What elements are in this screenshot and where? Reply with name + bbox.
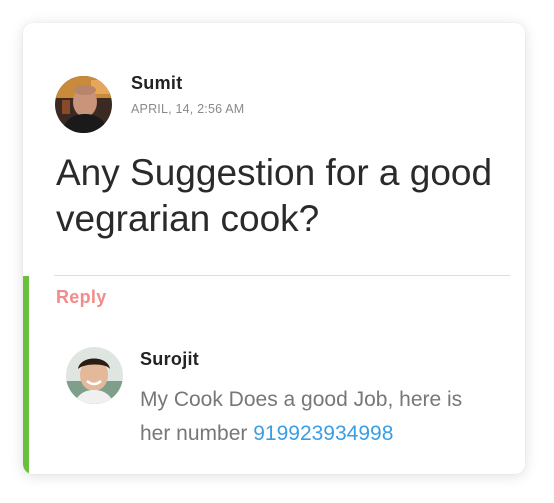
divider [54, 275, 510, 276]
post-timestamp: APRIL, 14, 2:56 AM [131, 102, 245, 116]
user-avatar-icon [66, 347, 123, 404]
phone-number-link[interactable]: 919923934998 [253, 422, 393, 445]
post-author-name[interactable]: Sumit [131, 73, 183, 94]
reply-thread-accent-bar [23, 276, 29, 474]
reply-body: My Cook Does a good Job, here is her num… [140, 383, 490, 451]
reply-button[interactable]: Reply [56, 287, 107, 308]
user-avatar-icon [55, 76, 112, 133]
reply-author-avatar[interactable] [66, 347, 123, 404]
reply-author-name[interactable]: Surojit [140, 349, 199, 370]
post-body: Any Suggestion for a good vegrarian cook… [56, 152, 493, 239]
comment-card: Sumit APRIL, 14, 2:56 AM Any Suggestion … [23, 23, 525, 474]
author-avatar[interactable] [55, 76, 112, 133]
